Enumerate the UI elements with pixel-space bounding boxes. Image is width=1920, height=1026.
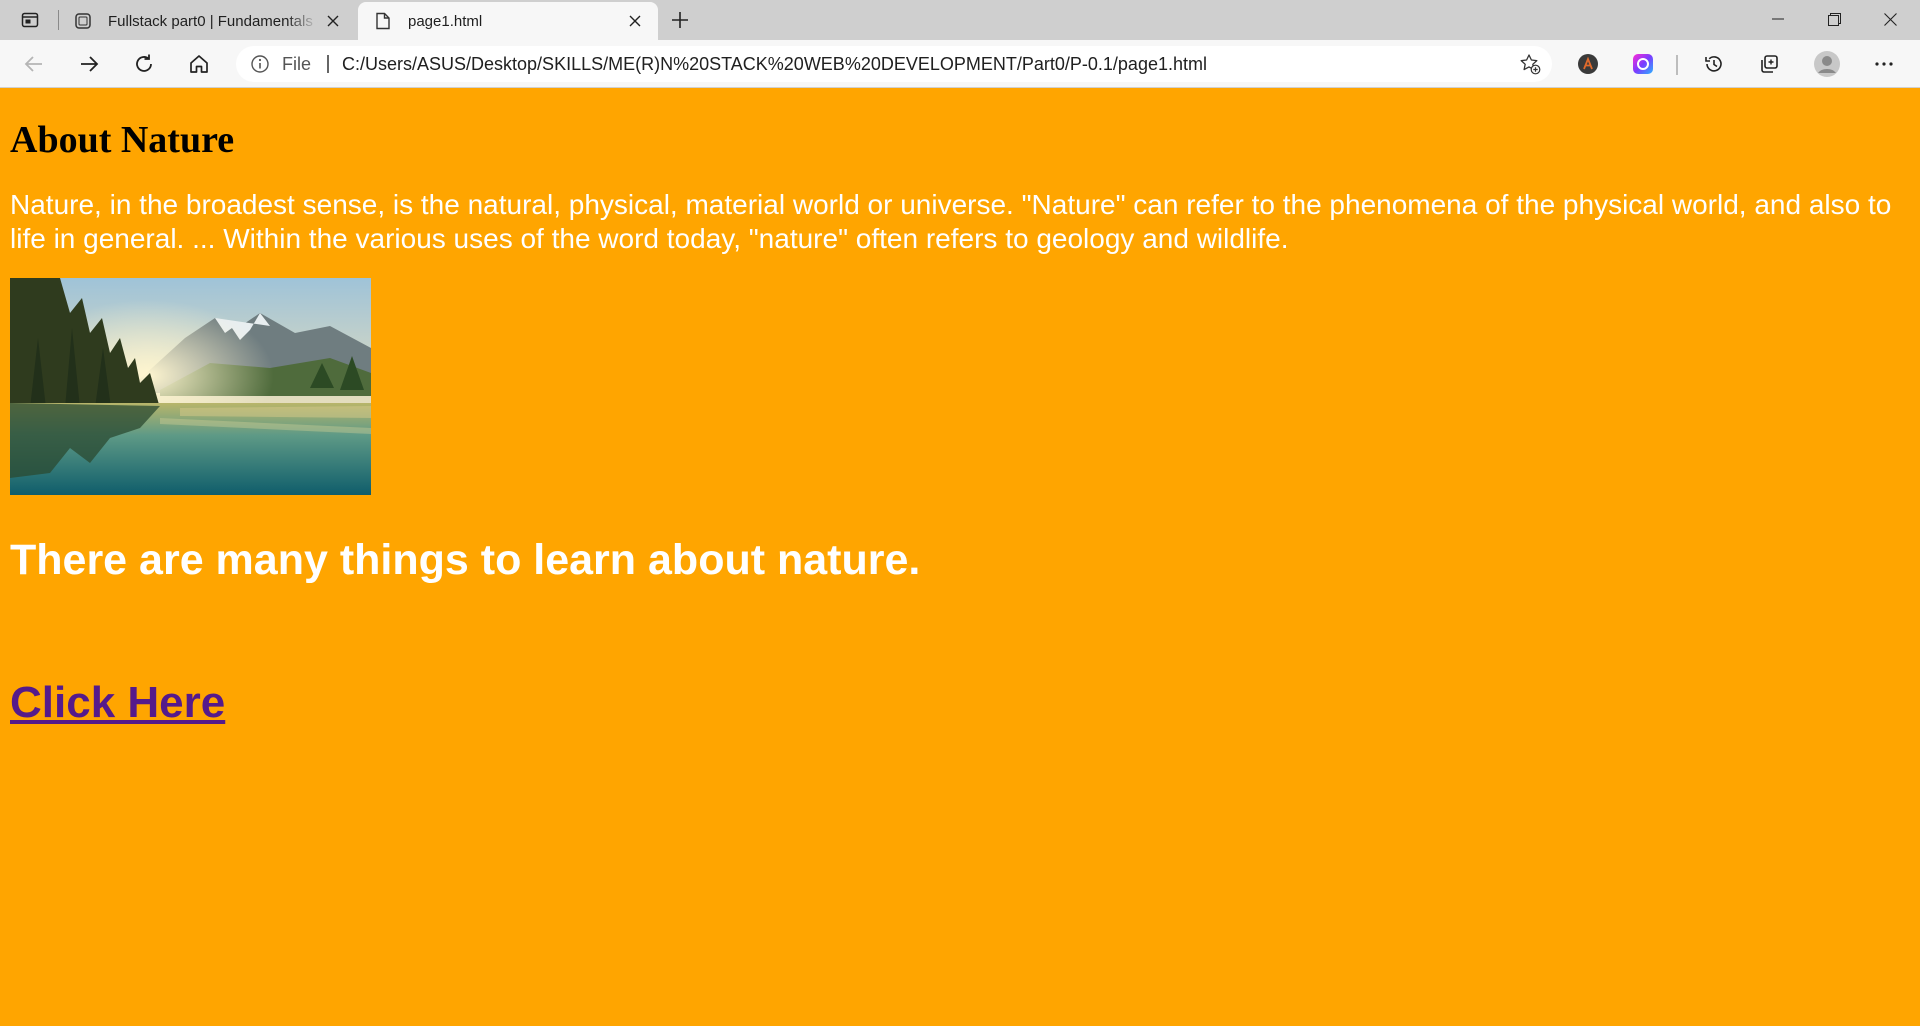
page-subheading: There are many things to learn about nat…: [10, 536, 921, 584]
new-tab-button[interactable]: [664, 4, 696, 36]
arrow-right-icon: [81, 56, 99, 72]
tab-title: Fullstack part0 | Fundamentals of Web ap…: [108, 12, 318, 30]
close-icon: [1883, 12, 1897, 26]
home-button[interactable]: [181, 46, 217, 82]
address-bar[interactable]: File C:/Users/ASUS/Desktop/SKILLS/ME(R)N…: [236, 46, 1552, 82]
nature-paragraph: Nature, in the broadest sense, is the na…: [10, 189, 1892, 254]
tab-title: page1.html: [408, 12, 483, 30]
browser-toolbar: File C:/Users/ASUS/Desktop/SKILLS/ME(R)N…: [0, 40, 1920, 88]
back-button[interactable]: [16, 46, 52, 82]
nature-landscape-image: [10, 278, 371, 495]
file-icon: [372, 10, 394, 32]
info-icon[interactable]: [250, 54, 270, 74]
arrow-left-icon: [24, 56, 42, 72]
tab-fullstack[interactable]: Fullstack part0 | Fundamentals of Web ap…: [60, 2, 356, 40]
add-favorite-button[interactable]: [1518, 52, 1542, 76]
url-text[interactable]: C:/Users/ASUS/Desktop/SKILLS/ME(R)N%20ST…: [342, 54, 1207, 74]
home-icon: [190, 55, 208, 73]
forward-button[interactable]: [71, 46, 107, 82]
plus-icon: [672, 12, 688, 28]
address-separator: [327, 55, 329, 73]
close-tab-icon[interactable]: [318, 6, 348, 36]
tab-page1[interactable]: page1.html: [358, 2, 658, 40]
tab-actions-icon: [21, 12, 39, 28]
refresh-button[interactable]: [126, 46, 162, 82]
click-here-link[interactable]: Click Here: [10, 678, 225, 728]
browser-chrome: Fullstack part0 | Fundamentals of Web ap…: [0, 0, 1920, 88]
restore-button[interactable]: [1806, 0, 1862, 38]
avatar-icon: [1814, 51, 1840, 77]
profile-button[interactable]: [1809, 46, 1845, 82]
extension-a-icon: [1578, 54, 1598, 74]
extension-color-button[interactable]: [1625, 46, 1661, 82]
history-icon: [1705, 56, 1722, 72]
star-plus-icon: [1520, 54, 1541, 75]
page-title: About Nature: [10, 119, 235, 161]
collections-icon: [1761, 55, 1778, 73]
close-tab-icon[interactable]: [620, 6, 650, 36]
tab-actions-button[interactable]: [8, 4, 52, 36]
extension-button[interactable]: [1570, 46, 1606, 82]
settings-more-button[interactable]: [1866, 46, 1902, 82]
tab-strip: Fullstack part0 | Fundamentals of Web ap…: [0, 0, 1920, 40]
page-tab-icon: [72, 10, 94, 32]
minimize-icon: [1772, 18, 1784, 20]
collections-button[interactable]: [1751, 46, 1787, 82]
color-extension-icon: [1633, 54, 1653, 74]
restore-icon: [1827, 12, 1841, 26]
minimize-button[interactable]: [1750, 0, 1806, 38]
more-dots-icon: [1875, 62, 1893, 66]
scheme-label: File: [282, 54, 312, 74]
close-window-button[interactable]: [1862, 0, 1918, 38]
history-button[interactable]: [1696, 46, 1732, 82]
tabstrip-separator: [58, 10, 59, 30]
toolbar-separator: [1676, 55, 1678, 75]
refresh-icon: [136, 54, 152, 72]
